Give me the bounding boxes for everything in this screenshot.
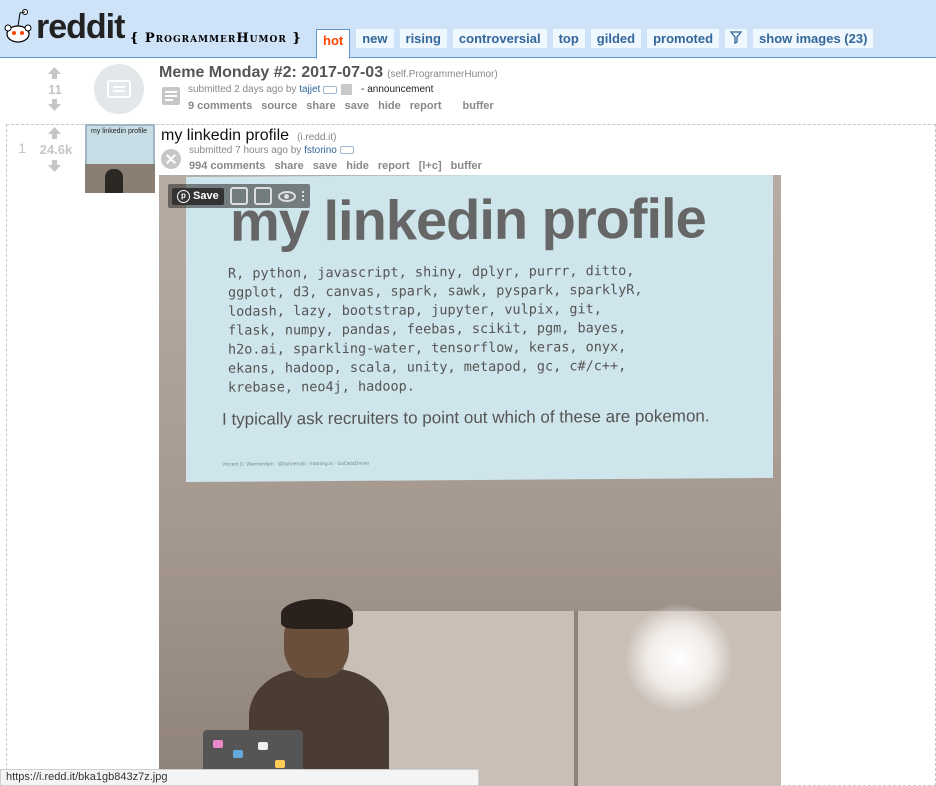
site-table: 11 Meme Monday #2: 2017-07-03 (self.Progr… xyxy=(0,58,936,786)
tab-promoted[interactable]: promoted xyxy=(647,29,720,48)
filter-button[interactable] xyxy=(725,29,748,48)
expand-text-icon[interactable] xyxy=(161,86,181,106)
post-title[interactable]: Meme Monday #2: 2017-07-03 xyxy=(159,64,383,81)
sort-tabs: hot new rising controversial top gilded … xyxy=(316,29,874,59)
speaker-hair xyxy=(281,599,353,629)
tab-new[interactable]: new xyxy=(356,29,394,48)
post-buttons: 994 comments share save hide report [l+c… xyxy=(189,160,482,172)
laptop-sticker xyxy=(275,760,285,768)
slide-body: R, python, javascript, shiny, dplyr, pur… xyxy=(228,262,643,396)
expanded-image[interactable]: my linkedin profile R, python, javascrip… xyxy=(159,175,781,786)
tab-gilded[interactable]: gilded xyxy=(590,29,642,48)
buffer-link[interactable]: buffer xyxy=(463,100,494,112)
post-title-wrap: Meme Monday #2: 2017-07-03 (self.Programm… xyxy=(159,64,498,82)
whiteboard xyxy=(344,603,781,786)
tag-icon[interactable] xyxy=(339,146,354,155)
slide-credit: Vincent D. Warmerdam · @fishnetsdit · ko… xyxy=(222,460,370,468)
laptop-sticker xyxy=(213,740,223,748)
downvote-arrow-icon[interactable] xyxy=(47,98,62,112)
share-link[interactable]: share xyxy=(306,100,335,112)
header: reddit { ProgrammerHumor } hot new risin… xyxy=(0,0,936,59)
post-flair: - announcement xyxy=(361,84,434,96)
funnel-icon xyxy=(729,31,743,45)
thumbnail-person xyxy=(105,169,123,193)
laptop-sticker xyxy=(233,750,243,758)
more-options-icon[interactable] xyxy=(301,191,306,201)
comments-and-link[interactable]: [l+c] xyxy=(419,160,442,172)
post-author[interactable]: fstorino xyxy=(304,145,337,156)
comments-link[interactable]: 994 comments xyxy=(189,160,265,172)
pinterest-save-button[interactable]: p Save xyxy=(172,187,224,205)
post-domain[interactable]: (self.ProgrammerHumor) xyxy=(387,69,498,80)
report-link[interactable]: report xyxy=(378,160,410,172)
comments-link[interactable]: 9 comments xyxy=(188,100,252,112)
post-tagline: submitted 2 days ago by tajjet - announc… xyxy=(188,84,433,95)
post-author[interactable]: tajjet xyxy=(299,84,320,95)
save-link[interactable]: save xyxy=(313,160,337,172)
buffer-link[interactable]: buffer xyxy=(451,160,482,172)
post-score: 11 xyxy=(48,82,62,97)
tab-top[interactable]: top xyxy=(552,29,585,48)
upvote-arrow-icon[interactable] xyxy=(47,126,62,140)
whiteboard-divider xyxy=(574,611,578,786)
post-title[interactable]: my linkedin profile xyxy=(161,127,289,144)
collapse-image-icon[interactable] xyxy=(161,149,181,169)
reddit-wordmark[interactable]: reddit xyxy=(36,10,125,44)
tag-icon[interactable] xyxy=(323,85,338,94)
save-link[interactable]: save xyxy=(345,100,369,112)
self-post-thumbnail[interactable] xyxy=(94,64,144,114)
tab-show-images[interactable]: show images (23) xyxy=(753,29,874,48)
tagline-prefix: submitted 2 days ago by xyxy=(188,84,297,96)
eye-icon[interactable] xyxy=(277,190,296,202)
pinterest-icon: p xyxy=(177,189,190,203)
hide-link[interactable]: hide xyxy=(378,100,401,112)
hide-link[interactable]: hide xyxy=(346,160,369,172)
source-link[interactable]: source xyxy=(261,100,297,112)
downvote-arrow-icon[interactable] xyxy=(47,159,62,173)
post-title-wrap: my linkedin profile (i.redd.it) xyxy=(161,127,337,145)
floppy-disk-icon[interactable] xyxy=(253,187,272,205)
report-link[interactable]: report xyxy=(410,100,442,112)
text-post-icon xyxy=(107,80,131,98)
tab-hot[interactable]: hot xyxy=(316,29,351,59)
browser-status-bar: https://i.redd.it/bka1gb843z7z.jpg xyxy=(0,769,479,786)
post-tagline: submitted 7 hours ago by fstorino xyxy=(189,145,354,156)
light-glare xyxy=(624,603,734,713)
post-buttons: 9 comments source share save hide report… xyxy=(188,100,494,112)
zoom-search-icon[interactable] xyxy=(229,187,248,205)
post-domain[interactable]: (i.redd.it) xyxy=(297,132,336,143)
post-thumbnail[interactable]: my linkedin profile xyxy=(85,124,155,193)
laptop-sticker xyxy=(258,742,268,750)
flair-box xyxy=(341,84,353,95)
post-score: 24.6k xyxy=(39,142,73,157)
reddit-alien-logo-icon[interactable] xyxy=(3,4,33,46)
share-link[interactable]: share xyxy=(274,160,303,172)
save-label: Save xyxy=(193,190,219,202)
tab-rising[interactable]: rising xyxy=(399,29,447,48)
post-rank: 1 xyxy=(18,140,26,156)
slide-footer: I typically ask recruiters to point out … xyxy=(222,406,710,429)
tagline-prefix: submitted 7 hours ago by xyxy=(189,145,302,156)
projector-screen: my linkedin profile R, python, javascrip… xyxy=(186,175,773,483)
post-announcement: 11 Meme Monday #2: 2017-07-03 (self.Progr… xyxy=(0,58,936,122)
upvote-arrow-icon[interactable] xyxy=(47,66,62,80)
thumbnail-caption: my linkedin profile xyxy=(91,128,148,135)
tab-controversial[interactable]: controversial xyxy=(452,29,547,48)
subreddit-name[interactable]: { ProgrammerHumor } xyxy=(130,31,302,46)
image-toolbar: p Save xyxy=(168,184,310,208)
